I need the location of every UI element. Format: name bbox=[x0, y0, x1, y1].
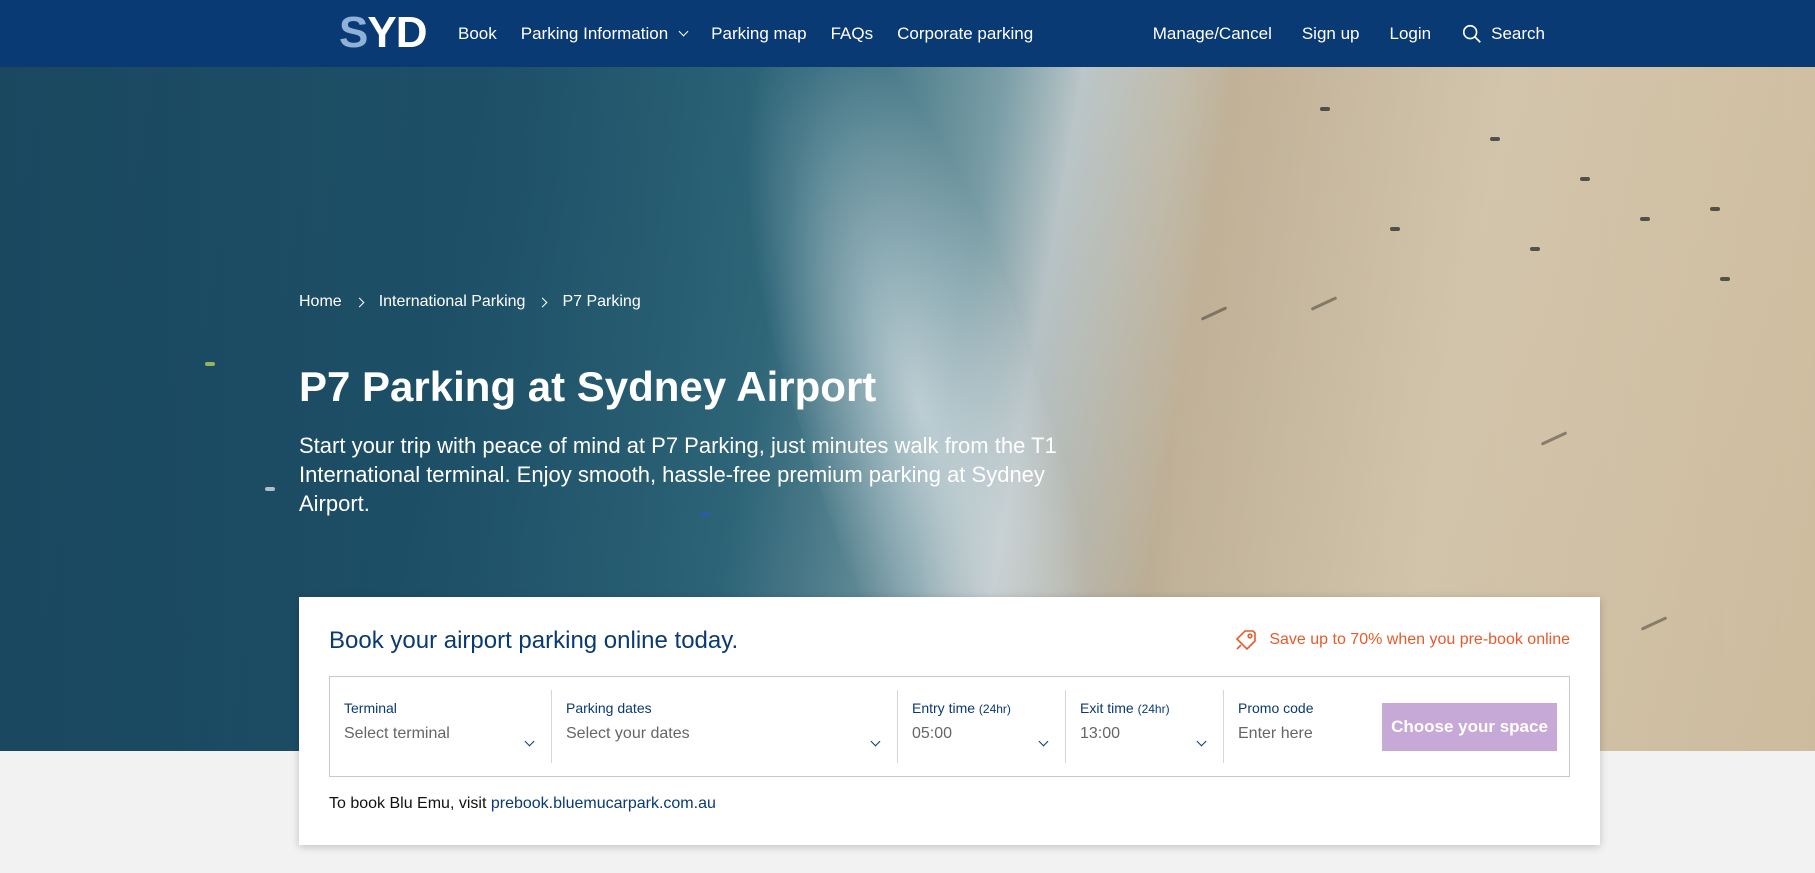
search-icon bbox=[1463, 24, 1481, 43]
nav-search-label: Search bbox=[1491, 23, 1545, 43]
breadcrumb: Home International Parking P7 Parking bbox=[299, 293, 641, 311]
entry-time-value: 05:00 bbox=[912, 725, 953, 742]
syd-logo[interactable]: SYD bbox=[339, 8, 427, 58]
entry-time-select[interactable]: Entry time (24hr) 05:00 bbox=[898, 690, 1066, 763]
chevron-down-icon bbox=[524, 736, 535, 747]
chevron-right-icon bbox=[538, 297, 548, 307]
exit-time-value: 13:00 bbox=[1080, 725, 1121, 742]
surfer-figure bbox=[265, 487, 275, 491]
nav-login[interactable]: Login bbox=[1390, 24, 1432, 44]
beach-shadow bbox=[1310, 296, 1338, 311]
entry-time-unit: (24hr) bbox=[978, 702, 1011, 716]
promo-code-field[interactable]: Promo code Enter here bbox=[1224, 690, 1378, 763]
beach-figure bbox=[1720, 277, 1730, 281]
beach-figure bbox=[1490, 137, 1500, 141]
blu-emu-link[interactable]: prebook.bluemucarpark.com.au bbox=[491, 795, 716, 812]
beach-figure bbox=[1530, 247, 1540, 251]
beach-figure bbox=[1390, 227, 1400, 231]
nav-parking-information-label: Parking Information bbox=[520, 23, 669, 43]
terminal-label: Terminal bbox=[344, 700, 397, 716]
entry-time-label-text: Entry time bbox=[912, 700, 976, 716]
chevron-down-icon bbox=[1196, 736, 1207, 747]
beach-shadow bbox=[1540, 431, 1568, 446]
exit-time-select[interactable]: Exit time (24hr) 13:00 bbox=[1066, 690, 1224, 763]
nav-search[interactable]: Search bbox=[1461, 23, 1545, 45]
nav-sign-up[interactable]: Sign up bbox=[1302, 24, 1360, 44]
page-subtitle: Start your trip with peace of mind at P7… bbox=[299, 433, 1057, 516]
chevron-right-icon bbox=[354, 297, 365, 307]
promo-banner: Save up to 70% when you pre-book online bbox=[1233, 627, 1570, 653]
nav-faqs[interactable]: FAQs bbox=[831, 24, 874, 44]
nav-parking-information[interactable]: Parking Information bbox=[520, 23, 689, 44]
booking-card: Book your airport parking online today. … bbox=[299, 597, 1600, 845]
promo-code-label: Promo code bbox=[1238, 700, 1314, 716]
chevron-down-icon bbox=[870, 736, 881, 747]
price-tag-icon bbox=[1236, 630, 1257, 651]
surfer-figure bbox=[205, 362, 215, 366]
promo-banner-text: Save up to 70% when you pre-book online bbox=[1269, 631, 1570, 648]
parking-dates-label: Parking dates bbox=[566, 700, 652, 716]
beach-figure bbox=[1580, 177, 1590, 181]
nav-corporate-parking[interactable]: Corporate parking bbox=[897, 24, 1033, 44]
beach-figure bbox=[1640, 217, 1650, 221]
exit-time-label: Exit time (24hr) bbox=[1080, 700, 1209, 716]
beach-shadow bbox=[1640, 616, 1668, 631]
parking-dates-select[interactable]: Parking dates Select your dates bbox=[552, 690, 898, 763]
terminal-select[interactable]: Terminal Select terminal bbox=[330, 690, 552, 763]
blu-emu-note: To book Blu Emu, visit prebook.bluemucar… bbox=[329, 795, 716, 813]
exit-time-unit: (24hr) bbox=[1137, 702, 1170, 716]
chevron-down-icon bbox=[678, 26, 689, 37]
exit-time-label-text: Exit time bbox=[1080, 700, 1134, 716]
breadcrumb-home[interactable]: Home bbox=[299, 293, 342, 311]
chevron-down-icon bbox=[1038, 736, 1049, 747]
main-nav: Book Parking Information Parking map FAQ… bbox=[458, 0, 1057, 67]
promo-code-input[interactable]: Enter here bbox=[1238, 725, 1313, 742]
top-nav-bar: SYD Book Parking Information Parking map… bbox=[0, 0, 1815, 67]
terminal-value: Select terminal bbox=[344, 725, 450, 742]
entry-time-label: Entry time (24hr) bbox=[912, 700, 1051, 716]
parking-dates-value: Select your dates bbox=[566, 725, 690, 742]
beach-figure bbox=[1710, 207, 1720, 211]
nav-manage-cancel[interactable]: Manage/Cancel bbox=[1153, 24, 1272, 44]
nav-parking-map[interactable]: Parking map bbox=[711, 24, 806, 44]
beach-figure bbox=[1320, 107, 1330, 111]
page-title: P7 Parking at Sydney Airport bbox=[299, 363, 877, 410]
breadcrumb-international-parking[interactable]: International Parking bbox=[379, 293, 526, 311]
booking-form: Terminal Select terminal Parking dates S… bbox=[329, 676, 1570, 777]
beach-shadow bbox=[1200, 306, 1228, 321]
booking-card-title: Book your airport parking online today. bbox=[329, 627, 739, 654]
choose-your-space-button[interactable]: Choose your space bbox=[1382, 703, 1557, 751]
blu-emu-text: To book Blu Emu, visit bbox=[329, 795, 487, 812]
nav-book[interactable]: Book bbox=[458, 24, 497, 44]
breadcrumb-current: P7 Parking bbox=[562, 293, 641, 310]
account-nav: Manage/Cancel Sign up Login Search bbox=[1123, 0, 1545, 67]
